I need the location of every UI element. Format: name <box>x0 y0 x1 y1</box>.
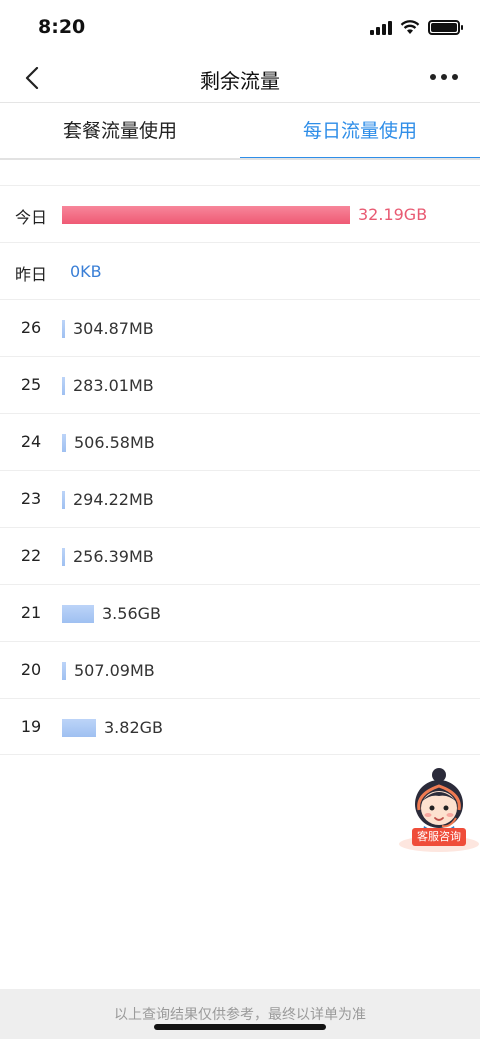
usage-row: 26 304.87MB <box>0 299 480 356</box>
usage-value: 32.19GB <box>358 205 428 224</box>
home-indicator <box>154 1024 326 1030</box>
status-time: 8:20 <box>38 16 86 38</box>
more-dot-icon <box>441 74 447 80</box>
usage-bar <box>62 206 350 224</box>
usage-day-label: 今日 <box>14 208 47 227</box>
daily-usage-list: 今日 32.19GB 昨日 0KB 26 304.87MB 25 283.01MB 24 506.… <box>0 185 480 755</box>
more-dot-icon <box>452 74 458 80</box>
battery-icon <box>428 20 463 35</box>
footer: 以上查询结果仅供参考，最终以详单为准 <box>0 989 480 1039</box>
usage-day-label: 22 <box>20 546 42 565</box>
usage-day-label: 昨日 <box>14 265 47 284</box>
usage-bar <box>62 605 94 623</box>
footer-note: 以上查询结果仅供参考，最终以详单为准 <box>114 1007 366 1023</box>
customer-service-label: 客服咨询 <box>412 828 466 846</box>
usage-bar <box>62 377 65 395</box>
usage-day-label: 25 <box>20 375 42 394</box>
usage-day-label: 20 <box>20 660 42 679</box>
more-options-button[interactable] <box>430 68 458 86</box>
wifi-icon <box>400 20 420 34</box>
tab-daily-usage[interactable]: 每日流量使用 <box>240 103 480 160</box>
status-icons <box>370 20 463 35</box>
cellular-signal-icon <box>370 20 392 35</box>
usage-bar <box>62 548 65 566</box>
customer-service-button[interactable]: 客服咨询 <box>398 764 480 852</box>
nav-bar: 剩余流量 <box>0 56 480 102</box>
usage-day-label: 26 <box>20 318 42 337</box>
usage-day-label: 24 <box>20 432 42 451</box>
usage-row: 昨日 0KB <box>0 242 480 299</box>
tab-bar: 套餐流量使用 每日流量使用 <box>0 103 480 160</box>
usage-bar <box>62 491 65 509</box>
usage-value: 507.09MB <box>74 661 155 680</box>
usage-value: 3.82GB <box>104 718 163 737</box>
usage-row: 23 294.22MB <box>0 470 480 527</box>
usage-day-label: 19 <box>20 717 42 736</box>
usage-bar <box>62 719 96 737</box>
more-dot-icon <box>430 74 436 80</box>
usage-row: 20 507.09MB <box>0 641 480 698</box>
tab-plan-usage[interactable]: 套餐流量使用 <box>0 103 240 159</box>
usage-bar <box>62 662 66 680</box>
usage-value: 304.87MB <box>73 319 154 338</box>
usage-value: 256.39MB <box>73 547 154 566</box>
usage-row: 今日 32.19GB <box>0 185 480 242</box>
usage-day-label: 21 <box>20 603 42 622</box>
usage-value: 506.58MB <box>74 433 155 452</box>
status-bar: 8:20 <box>0 0 480 56</box>
usage-value: 283.01MB <box>73 376 154 395</box>
usage-bar <box>62 434 66 452</box>
usage-row: 19 3.82GB <box>0 698 480 755</box>
usage-row: 25 283.01MB <box>0 356 480 413</box>
page: 8:20 剩余流量 套餐流量使用 每日流量使用 今日 32.19GB 昨日 0K… <box>0 0 480 1039</box>
usage-day-label: 23 <box>20 489 42 508</box>
usage-row: 21 3.56GB <box>0 584 480 641</box>
usage-row: 22 256.39MB <box>0 527 480 584</box>
usage-value: 3.56GB <box>102 604 161 623</box>
tab-divider <box>0 158 480 160</box>
usage-bar <box>62 320 65 338</box>
usage-value: 0KB <box>70 262 102 281</box>
usage-row: 24 506.58MB <box>0 413 480 470</box>
usage-value: 294.22MB <box>73 490 154 509</box>
page-title: 剩余流量 <box>200 69 280 93</box>
